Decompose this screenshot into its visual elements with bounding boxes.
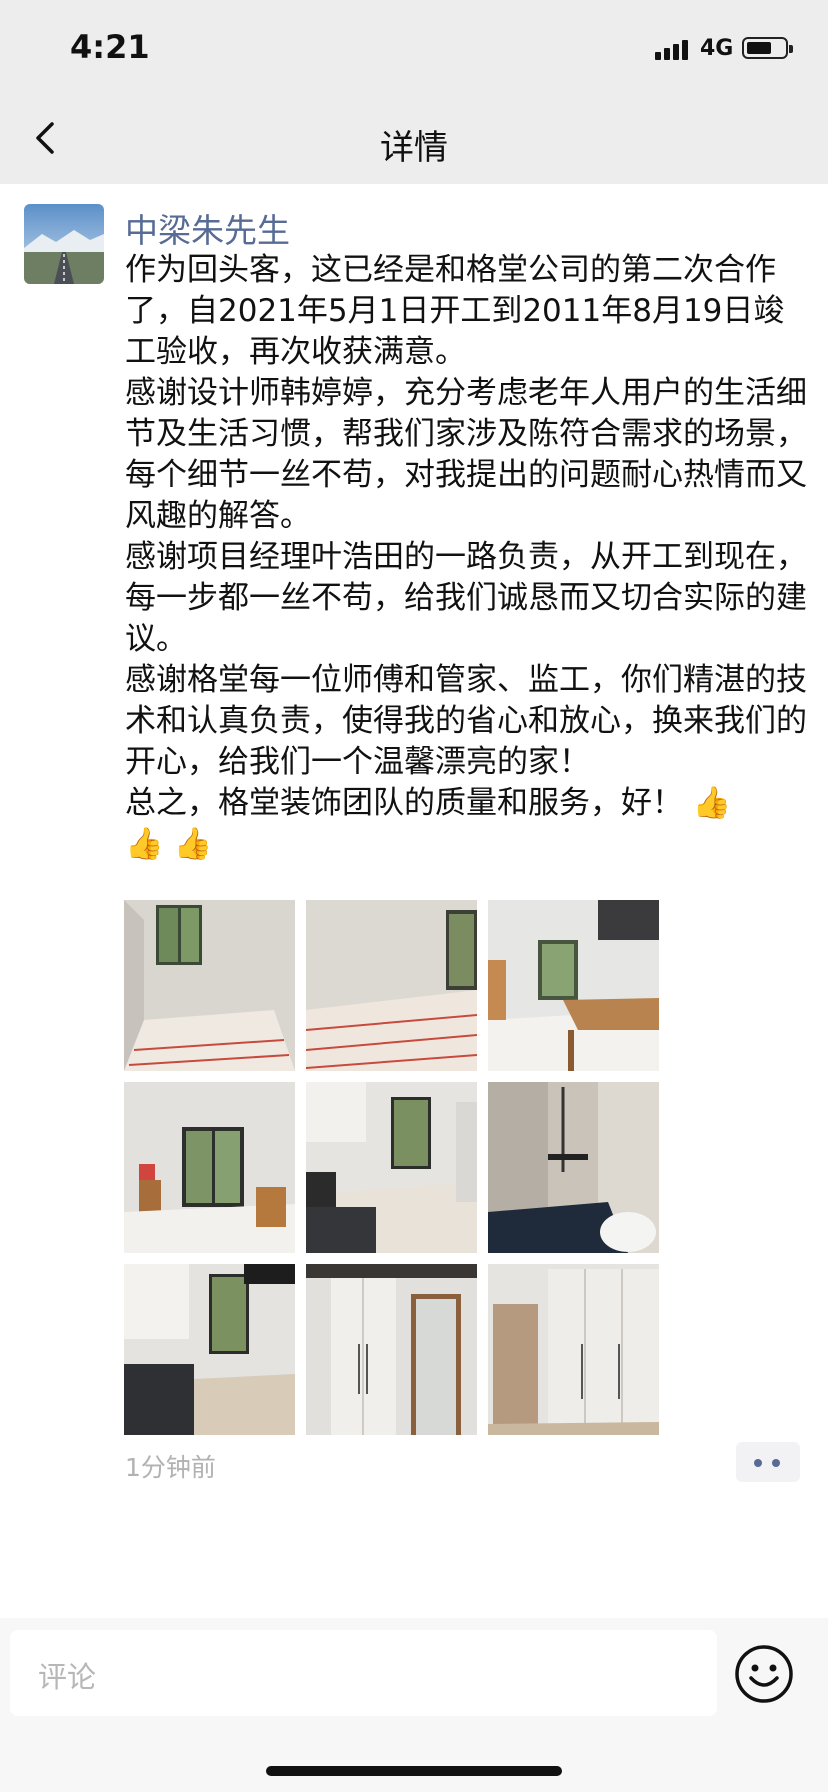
photo-hallway-wardrobe-bathroom-door[interactable] <box>306 1264 477 1435</box>
status-time: 4:21 <box>70 28 150 66</box>
post-paragraph: 作为回头客，这已经是和格堂公司的第二次合作了，自2021年5月1日开工到2011… <box>125 252 785 370</box>
post-paragraph-last: 总之，格堂装饰团队的质量和服务，好！ 👍 👍 👍 <box>125 783 815 865</box>
thumbs-up-icon: 👍 <box>173 826 213 862</box>
network-type: 4G <box>700 36 734 61</box>
post-paragraph: 感谢格堂每一位师傅和管家、监工，你们精湛的技术和认真负责，使得我的省心和放心，换… <box>125 662 807 780</box>
post-time: 1分钟前 <box>125 1453 216 1482</box>
avatar-image <box>24 204 104 284</box>
author-name[interactable]: 中梁朱先生 <box>125 204 290 252</box>
dot-icon <box>772 1459 780 1467</box>
photo-empty-room-protected-floor[interactable] <box>306 900 477 1071</box>
smiley-icon <box>735 1645 793 1703</box>
dot-icon <box>754 1459 762 1467</box>
post-body: 作为回头客，这已经是和格堂公司的第二次合作了，自2021年5月1日开工到2011… <box>125 250 815 865</box>
post-paragraph: 感谢设计师韩婷婷，充分考虑老年人用户的生活细节及生活习惯，帮我们家涉及陈符合需求… <box>125 375 807 534</box>
avatar[interactable] <box>24 204 104 284</box>
more-actions-button[interactable] <box>736 1442 800 1482</box>
nav-bar: 详情 <box>0 92 828 184</box>
battery-icon <box>742 37 793 59</box>
photo-kitchen-corner-cabinets[interactable] <box>124 1264 295 1435</box>
photo-empty-room-window[interactable] <box>124 900 295 1071</box>
signal-icon <box>655 38 705 60</box>
comment-bar: 评论 <box>0 1618 828 1792</box>
status-bar: 4:21 4G <box>0 0 828 92</box>
photo-kitchen-window-stove[interactable] <box>306 1082 477 1253</box>
photo-bathroom-shower[interactable] <box>488 1082 659 1253</box>
thumbs-up-icon: 👍 <box>125 826 164 862</box>
comment-input[interactable]: 评论 <box>10 1630 717 1716</box>
page-title: 详情 <box>380 128 448 168</box>
post-paragraph: 总之，格堂装饰团队的质量和服务，好！ <box>125 785 683 821</box>
photo-dining-area-wood-table[interactable] <box>488 900 659 1071</box>
emoji-button[interactable] <box>732 1642 796 1706</box>
thumbs-up-icon: 👍 <box>692 785 732 821</box>
home-indicator <box>266 1766 562 1776</box>
post-paragraph: 感谢项目经理叶浩田的一路负责，从开工到现在，每一步都一丝不苟，给我们诚恳而又切合… <box>125 539 807 657</box>
photo-bedroom-wardrobe[interactable] <box>488 1264 659 1435</box>
photo-living-room-balcony-door[interactable] <box>124 1082 295 1253</box>
